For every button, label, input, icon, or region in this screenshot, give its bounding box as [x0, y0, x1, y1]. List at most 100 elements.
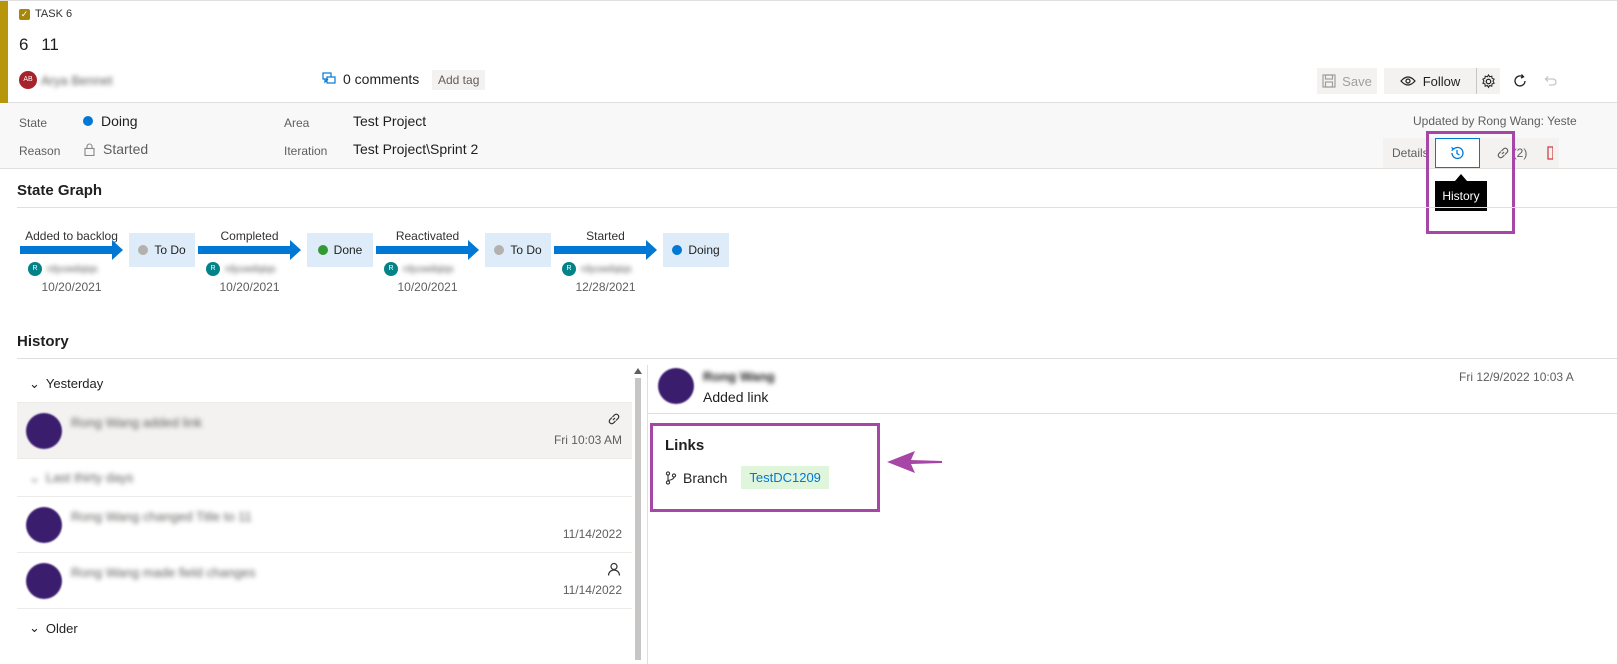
annotation-arrow: [887, 451, 942, 473]
avatar: [26, 413, 62, 449]
transition-date: 10/20/2021: [397, 280, 458, 294]
gear-icon: [1482, 73, 1495, 88]
work-item-fields: State Doing Reason Started Area Test Pro…: [0, 103, 1617, 169]
history-group-older[interactable]: ⌄ Older: [17, 609, 632, 647]
link-type-label: Branch: [683, 469, 728, 486]
updated-by-text[interactable]: Updated by Rong Wang: Yeste: [1413, 114, 1577, 128]
transition-arrow-icon: [20, 240, 123, 260]
transition-user-name: rdyuwdqiqs: [47, 263, 98, 275]
branch-icon: [665, 470, 677, 485]
avatar: R: [206, 262, 220, 276]
work-item-id: 6: [19, 35, 29, 54]
state-box-label: To Do: [510, 243, 542, 257]
reason-field: Started: [84, 141, 148, 157]
assignee-avatar: AB: [19, 71, 37, 89]
branch-link[interactable]: TestDC1209: [741, 466, 829, 489]
lock-icon: [84, 142, 95, 156]
history-item-text: Rong Wang added link: [71, 415, 203, 430]
iteration-label: Iteration: [284, 144, 328, 158]
state-value[interactable]: Doing: [101, 113, 138, 129]
state-dot-icon: [317, 245, 328, 255]
history-item[interactable]: Rong Wang changed Title to 11 11/14/2022: [17, 497, 632, 553]
link-icon: [608, 413, 620, 425]
refresh-button[interactable]: [1509, 68, 1531, 94]
iteration-value[interactable]: Test Project\Sprint 2: [353, 141, 478, 157]
work-item-header: ✓ TASK 6 6 11 AB Arya Bennet 0 comments …: [0, 0, 1617, 104]
assignee-name[interactable]: Arya Bennet: [41, 73, 113, 88]
history-group-yesterday[interactable]: ⌄ Yesterday: [17, 365, 632, 403]
history-item-text: Rong Wang made field changes: [71, 565, 256, 580]
history-detail-action: Added link: [703, 389, 769, 405]
scroll-thumb[interactable]: [635, 378, 641, 660]
history-item[interactable]: Rong Wang added link Fri 10:03 AM: [17, 403, 632, 459]
history-item-text: Rong Wang changed Title to 11: [71, 509, 252, 524]
transition-user: Rrdyuwdqiqs: [384, 262, 454, 276]
history-item[interactable]: Rong Wang made field changes 11/14/2022: [17, 553, 632, 609]
history-item-time: 11/14/2022: [562, 583, 622, 597]
history-item-time: Fri 10:03 AM: [553, 433, 622, 447]
undo-icon: [1544, 76, 1557, 86]
save-button[interactable]: Save: [1317, 68, 1377, 94]
state-box-label: Done: [333, 243, 363, 257]
avatar: R: [28, 262, 42, 276]
state-dot-icon: [494, 245, 505, 255]
avatar: R: [384, 262, 398, 276]
tab-attachments[interactable]: [1539, 138, 1559, 168]
link-row: Branch TestDC1209: [665, 466, 829, 489]
state-box: To Do: [129, 233, 195, 267]
transition-date: 10/20/2021: [41, 280, 102, 294]
add-tag-button[interactable]: Add tag: [432, 70, 486, 90]
area-value[interactable]: Test Project: [353, 113, 426, 129]
comments-count[interactable]: 0 comments: [343, 71, 419, 87]
avatar: [26, 563, 62, 599]
history-detail-author: Rong Wang: [703, 369, 775, 384]
transition-user-name: rdyuwdqiqs: [403, 263, 454, 275]
area-label: Area: [284, 116, 310, 130]
state-box-label: Doing: [688, 243, 720, 257]
history-group-label: Yesterday: [45, 376, 104, 391]
history-detail-header: Rong Wang Added link Fri 12/9/2022 10:03…: [648, 365, 1617, 414]
transition-user-name: rdyuwdqiqs: [581, 263, 632, 275]
refresh-icon: [1514, 74, 1526, 87]
history-scrollbar[interactable]: [634, 368, 642, 664]
eye-icon: [1399, 76, 1416, 86]
comments-link[interactable]: 0 comments: [322, 71, 419, 87]
transition-user: Rrdyuwdqiqs: [562, 262, 632, 276]
history-group-label: Last thirty days: [45, 470, 134, 485]
transition-date: 10/20/2021: [219, 280, 280, 294]
links-section-highlight: Links Branch TestDC1209: [650, 423, 880, 512]
transition-date: 12/28/2021: [575, 280, 636, 294]
person-icon: [607, 562, 621, 576]
settings-button[interactable]: [1476, 68, 1500, 94]
work-item-type-label: TASK 6: [35, 8, 73, 20]
save-icon: [1322, 74, 1336, 88]
transition-arrow-icon: [198, 240, 301, 260]
undo-button[interactable]: [1540, 68, 1560, 94]
state-box: Done: [307, 233, 373, 267]
chevron-down-icon: ⌄: [29, 375, 40, 391]
assignee-picker[interactable]: AB Arya Bennet: [19, 71, 113, 89]
reason-value: Started: [103, 141, 149, 157]
avatar: [26, 507, 62, 543]
scroll-up-icon[interactable]: [634, 368, 642, 374]
avatar: R: [562, 262, 576, 276]
history-divider: [17, 358, 1617, 359]
transition-user: Rrdyuwdqiqs: [28, 262, 98, 276]
follow-button[interactable]: Follow: [1384, 68, 1476, 94]
tooltip-arrow: [1455, 174, 1467, 181]
history-group-label: Older: [45, 620, 78, 636]
save-label: Save: [1342, 73, 1372, 89]
comment-icon: [322, 72, 336, 84]
work-item-type: ✓ TASK 6: [19, 8, 72, 20]
state-box-label: To Do: [154, 243, 186, 257]
work-item-title[interactable]: 6 11: [19, 35, 59, 55]
transition-user: Rrdyuwdqiqs: [206, 262, 276, 276]
work-item-title-text[interactable]: 11: [41, 35, 59, 54]
history-list: ⌄ Yesterday Rong Wang added link Fri 10:…: [17, 365, 632, 664]
history-group-last-thirty-days[interactable]: ⌄ Last thirty days: [17, 459, 632, 497]
transition-arrow-icon: [376, 240, 479, 260]
state-dot-icon: [672, 245, 683, 255]
state-field[interactable]: Doing: [83, 113, 138, 129]
transition-user-name: rdyuwdqiqs: [225, 263, 276, 275]
task-check-icon: ✓: [19, 8, 30, 20]
